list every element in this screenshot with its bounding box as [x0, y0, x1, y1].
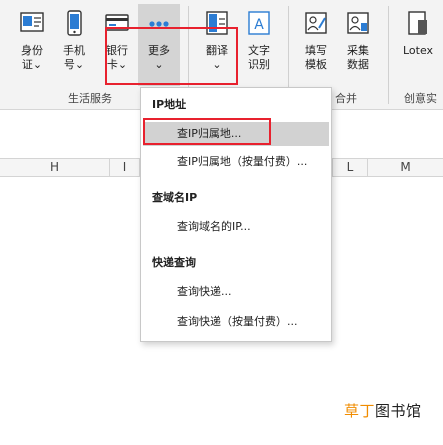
label-line: 证⌄ — [21, 58, 43, 71]
label-line: Lotex — [402, 44, 434, 57]
watermark: 草丁图书馆 — [344, 400, 422, 421]
id-card-button[interactable]: 身份 证⌄ — [14, 6, 50, 84]
label-line: 手机 — [63, 44, 85, 57]
phone-button[interactable]: 手机 号⌄ — [56, 6, 92, 84]
group-label-merge: 合并 — [335, 92, 357, 105]
watermark-dark: 图书馆 — [375, 402, 422, 420]
menu-section-header-express: 快递查询 — [152, 256, 196, 269]
collect-data-icon — [347, 12, 369, 34]
menu-item-express-query-paid[interactable]: 查询快递（按量付费）... — [143, 310, 329, 334]
label-line: 文字 — [248, 44, 270, 57]
highlight-box-ribbon — [105, 27, 238, 85]
column-header-m[interactable]: M — [368, 159, 443, 176]
watermark-orange: 草丁 — [344, 402, 376, 420]
phone-icon — [67, 10, 82, 36]
column-header-l[interactable]: L — [332, 159, 368, 176]
label-line: 模板 — [305, 58, 327, 71]
lotex-button[interactable]: Lotex — [398, 6, 438, 84]
fill-template-icon — [305, 12, 327, 34]
highlight-box-menu-item — [143, 118, 271, 145]
label-line: 数据 — [347, 58, 369, 71]
group-label-creative: 创意实 — [404, 92, 437, 105]
label-line: 采集 — [347, 44, 369, 57]
column-header-h[interactable]: H — [0, 159, 110, 176]
svg-text:A: A — [254, 17, 264, 33]
menu-item-express-query[interactable]: 查询快递... — [143, 280, 329, 304]
label-line: 身份 — [21, 44, 43, 57]
ribbon-separator — [388, 6, 389, 104]
ocr-text-icon: A — [248, 11, 270, 35]
group-label-life-service: 生活服务 — [68, 92, 112, 105]
menu-section-header-ip: IP地址 — [152, 98, 187, 111]
collect-data-button[interactable]: 采集 数据 — [340, 6, 376, 84]
id-card-icon — [20, 12, 44, 32]
ocr-button[interactable]: A 文字 识别 — [241, 6, 277, 84]
menu-section-header-domain: 查域名IP — [152, 191, 198, 204]
lotex-icon — [408, 11, 427, 35]
fill-template-button[interactable]: 填写 模板 — [298, 6, 334, 84]
menu-item-domain-ip[interactable]: 查询域名的IP... — [143, 215, 329, 239]
menu-item-ip-lookup-paid[interactable]: 查IP归属地（按量付费）... — [143, 150, 329, 174]
column-header-i[interactable]: I — [110, 159, 140, 176]
label-line: 号⌄ — [63, 58, 85, 71]
label-line: 识别 — [248, 58, 270, 71]
label-line: 填写 — [305, 44, 327, 57]
